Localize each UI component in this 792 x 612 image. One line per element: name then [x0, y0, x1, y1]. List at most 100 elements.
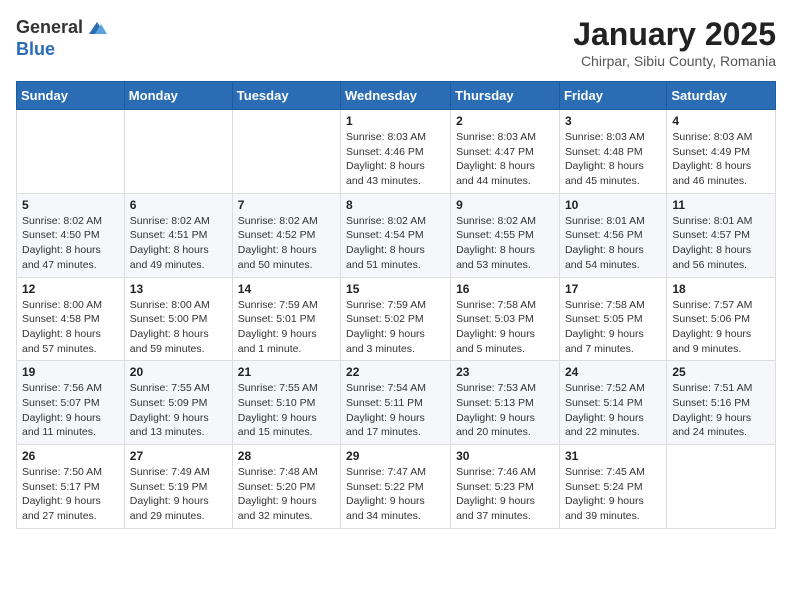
calendar-cell: 26 Sunrise: 7:50 AM Sunset: 5:17 PM Dayli…	[17, 445, 125, 529]
day-number: 12	[22, 282, 119, 296]
day-info: Sunrise: 7:55 AM Sunset: 5:09 PM Dayligh…	[130, 381, 227, 440]
day-info: Sunrise: 7:58 AM Sunset: 5:05 PM Dayligh…	[565, 298, 661, 357]
calendar-cell: 5 Sunrise: 8:02 AM Sunset: 4:50 PM Daylig…	[17, 193, 125, 277]
calendar-cell: 24 Sunrise: 7:52 AM Sunset: 5:14 PM Dayli…	[559, 361, 666, 445]
day-number: 11	[672, 198, 770, 212]
logo: General Blue	[16, 16, 109, 60]
logo-icon	[85, 16, 109, 40]
day-number: 28	[238, 449, 335, 463]
day-number: 14	[238, 282, 335, 296]
calendar-week-row: 5 Sunrise: 8:02 AM Sunset: 4:50 PM Daylig…	[17, 193, 776, 277]
calendar-cell: 6 Sunrise: 8:02 AM Sunset: 4:51 PM Daylig…	[124, 193, 232, 277]
calendar-cell: 23 Sunrise: 7:53 AM Sunset: 5:13 PM Dayli…	[451, 361, 560, 445]
calendar-cell: 25Sunrise: 7:51 AM Sunset: 5:16 PM Dayli…	[667, 361, 776, 445]
calendar-cell: 1Sunrise: 8:03 AM Sunset: 4:46 PM Daylig…	[341, 110, 451, 194]
day-info: Sunrise: 7:47 AM Sunset: 5:22 PM Dayligh…	[346, 465, 445, 524]
calendar-cell	[667, 445, 776, 529]
calendar-table: SundayMondayTuesdayWednesdayThursdayFrid…	[16, 81, 776, 529]
day-info: Sunrise: 8:01 AM Sunset: 4:57 PM Dayligh…	[672, 214, 770, 273]
day-info: Sunrise: 8:00 AM Sunset: 4:58 PM Dayligh…	[22, 298, 119, 357]
day-number: 7	[238, 198, 335, 212]
day-info: Sunrise: 7:50 AM Sunset: 5:17 PM Dayligh…	[22, 465, 119, 524]
day-number: 13	[130, 282, 227, 296]
day-number: 5	[22, 198, 119, 212]
day-number: 8	[346, 198, 445, 212]
day-info: Sunrise: 8:03 AM Sunset: 4:48 PM Dayligh…	[565, 130, 661, 189]
day-number: 3	[565, 114, 661, 128]
day-info: Sunrise: 7:53 AM Sunset: 5:13 PM Dayligh…	[456, 381, 554, 440]
day-number: 30	[456, 449, 554, 463]
logo-general-text: General	[16, 18, 83, 38]
calendar-cell: 10 Sunrise: 8:01 AM Sunset: 4:56 PM Dayli…	[559, 193, 666, 277]
day-info: Sunrise: 7:46 AM Sunset: 5:23 PM Dayligh…	[456, 465, 554, 524]
day-info: Sunrise: 7:45 AM Sunset: 5:24 PM Dayligh…	[565, 465, 661, 524]
calendar-cell: 16 Sunrise: 7:58 AM Sunset: 5:03 PM Dayli…	[451, 277, 560, 361]
day-number: 4	[672, 114, 770, 128]
weekday-header: Saturday	[667, 82, 776, 110]
calendar-week-row: 26 Sunrise: 7:50 AM Sunset: 5:17 PM Dayli…	[17, 445, 776, 529]
day-info: Sunrise: 7:57 AM Sunset: 5:06 PM Dayligh…	[672, 298, 770, 357]
calendar-cell: 15Sunrise: 7:59 AM Sunset: 5:02 PM Dayli…	[341, 277, 451, 361]
day-number: 10	[565, 198, 661, 212]
day-number: 24	[565, 365, 661, 379]
day-number: 9	[456, 198, 554, 212]
calendar-cell: 14 Sunrise: 7:59 AM Sunset: 5:01 PM Dayli…	[232, 277, 340, 361]
title-section: January 2025 Chirpar, Sibiu County, Roma…	[573, 16, 776, 69]
calendar-week-row: 19 Sunrise: 7:56 AM Sunset: 5:07 PM Dayli…	[17, 361, 776, 445]
calendar-cell: 12 Sunrise: 8:00 AM Sunset: 4:58 PM Dayli…	[17, 277, 125, 361]
day-number: 19	[22, 365, 119, 379]
calendar-week-row: 1Sunrise: 8:03 AM Sunset: 4:46 PM Daylig…	[17, 110, 776, 194]
calendar-cell: 17Sunrise: 7:58 AM Sunset: 5:05 PM Dayli…	[559, 277, 666, 361]
day-number: 23	[456, 365, 554, 379]
day-info: Sunrise: 8:02 AM Sunset: 4:54 PM Dayligh…	[346, 214, 445, 273]
day-info: Sunrise: 7:48 AM Sunset: 5:20 PM Dayligh…	[238, 465, 335, 524]
day-number: 18	[672, 282, 770, 296]
day-info: Sunrise: 8:03 AM Sunset: 4:49 PM Dayligh…	[672, 130, 770, 189]
calendar-cell: 19 Sunrise: 7:56 AM Sunset: 5:07 PM Dayli…	[17, 361, 125, 445]
logo-blue-text: Blue	[16, 40, 109, 60]
day-number: 21	[238, 365, 335, 379]
calendar-cell: 13 Sunrise: 8:00 AM Sunset: 5:00 PM Dayli…	[124, 277, 232, 361]
calendar-cell: 11 Sunrise: 8:01 AM Sunset: 4:57 PM Dayli…	[667, 193, 776, 277]
day-info: Sunrise: 8:02 AM Sunset: 4:55 PM Dayligh…	[456, 214, 554, 273]
calendar-cell	[232, 110, 340, 194]
day-number: 1	[346, 114, 445, 128]
calendar-cell: 27 Sunrise: 7:49 AM Sunset: 5:19 PM Dayli…	[124, 445, 232, 529]
day-info: Sunrise: 8:02 AM Sunset: 4:50 PM Dayligh…	[22, 214, 119, 273]
calendar-cell: 28 Sunrise: 7:48 AM Sunset: 5:20 PM Dayli…	[232, 445, 340, 529]
weekday-header: Wednesday	[341, 82, 451, 110]
calendar-cell: 22Sunrise: 7:54 AM Sunset: 5:11 PM Dayli…	[341, 361, 451, 445]
day-info: Sunrise: 7:52 AM Sunset: 5:14 PM Dayligh…	[565, 381, 661, 440]
day-number: 15	[346, 282, 445, 296]
day-number: 31	[565, 449, 661, 463]
day-info: Sunrise: 7:59 AM Sunset: 5:01 PM Dayligh…	[238, 298, 335, 357]
day-number: 22	[346, 365, 445, 379]
day-info: Sunrise: 8:02 AM Sunset: 4:51 PM Dayligh…	[130, 214, 227, 273]
day-info: Sunrise: 8:00 AM Sunset: 5:00 PM Dayligh…	[130, 298, 227, 357]
day-number: 16	[456, 282, 554, 296]
day-info: Sunrise: 7:51 AM Sunset: 5:16 PM Dayligh…	[672, 381, 770, 440]
calendar-week-row: 12 Sunrise: 8:00 AM Sunset: 4:58 PM Dayli…	[17, 277, 776, 361]
calendar-cell: 30 Sunrise: 7:46 AM Sunset: 5:23 PM Dayli…	[451, 445, 560, 529]
day-info: Sunrise: 8:01 AM Sunset: 4:56 PM Dayligh…	[565, 214, 661, 273]
day-info: Sunrise: 7:49 AM Sunset: 5:19 PM Dayligh…	[130, 465, 227, 524]
day-number: 27	[130, 449, 227, 463]
calendar-cell	[124, 110, 232, 194]
day-info: Sunrise: 7:58 AM Sunset: 5:03 PM Dayligh…	[456, 298, 554, 357]
weekday-header: Thursday	[451, 82, 560, 110]
calendar-cell: 20Sunrise: 7:55 AM Sunset: 5:09 PM Dayli…	[124, 361, 232, 445]
day-info: Sunrise: 8:02 AM Sunset: 4:52 PM Dayligh…	[238, 214, 335, 273]
day-number: 26	[22, 449, 119, 463]
calendar-cell: 21 Sunrise: 7:55 AM Sunset: 5:10 PM Dayli…	[232, 361, 340, 445]
weekday-header: Sunday	[17, 82, 125, 110]
day-info: Sunrise: 7:56 AM Sunset: 5:07 PM Dayligh…	[22, 381, 119, 440]
day-number: 29	[346, 449, 445, 463]
month-title: January 2025	[573, 16, 776, 53]
day-info: Sunrise: 8:03 AM Sunset: 4:47 PM Dayligh…	[456, 130, 554, 189]
day-number: 2	[456, 114, 554, 128]
calendar-header-row: SundayMondayTuesdayWednesdayThursdayFrid…	[17, 82, 776, 110]
day-info: Sunrise: 7:55 AM Sunset: 5:10 PM Dayligh…	[238, 381, 335, 440]
calendar-cell: 2 Sunrise: 8:03 AM Sunset: 4:47 PM Daylig…	[451, 110, 560, 194]
calendar-cell: 29 Sunrise: 7:47 AM Sunset: 5:22 PM Dayli…	[341, 445, 451, 529]
day-number: 6	[130, 198, 227, 212]
